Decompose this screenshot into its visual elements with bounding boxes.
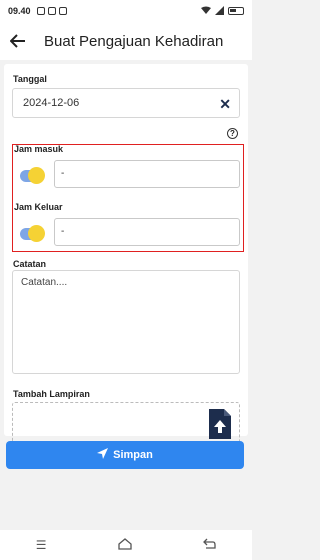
jam-keluar-toggle[interactable] (20, 225, 45, 242)
form-card: Tanggal 2024-12-06 ✕ ? Jam masuk - Jam K… (4, 64, 248, 448)
jam-masuk-label: Jam masuk (14, 144, 64, 154)
back-arrow-icon[interactable] (0, 22, 36, 60)
status-time: 09.40 (8, 6, 31, 16)
back-icon[interactable] (203, 538, 216, 552)
wifi-icon (201, 6, 211, 17)
signal-icon (215, 5, 224, 17)
toggle-knob (28, 167, 45, 184)
close-icon[interactable]: ✕ (219, 96, 231, 113)
jam-masuk-toggle[interactable] (20, 167, 45, 184)
status-bar: 09.40 (0, 0, 252, 22)
question-circle-icon[interactable]: ? (227, 128, 238, 139)
save-button[interactable]: Simpan (6, 441, 244, 469)
notes-placeholder: Catatan.... (21, 277, 68, 288)
notes-textarea[interactable]: Catatan.... (12, 270, 240, 374)
page-title: Buat Pengajuan Kehadiran (44, 32, 224, 50)
jam-masuk-field[interactable]: - (54, 160, 240, 188)
jam-masuk-value: - (61, 168, 65, 179)
jam-keluar-label: Jam Keluar (14, 202, 63, 212)
home-icon[interactable] (118, 537, 132, 553)
status-icons (201, 5, 244, 17)
file-upload-icon[interactable] (209, 409, 231, 439)
notes-label: Catatan (13, 259, 47, 269)
date-field[interactable]: 2024-12-06 ✕ (12, 88, 240, 118)
jam-keluar-value: - (61, 226, 65, 237)
app-bar: Buat Pengajuan Kehadiran (0, 22, 252, 60)
notification-icon-3 (58, 7, 67, 15)
notification-icon (36, 7, 45, 15)
send-icon (97, 448, 109, 462)
jam-keluar-field[interactable]: - (54, 218, 240, 246)
attachment-label: Tambah Lampiran (13, 389, 90, 399)
battery-icon (228, 7, 244, 15)
save-button-label: Simpan (113, 449, 153, 461)
system-nav-bar: ☰ (0, 530, 252, 560)
date-label: Tanggal (13, 74, 47, 84)
menu-icon[interactable]: ☰ (36, 538, 47, 552)
date-value: 2024-12-06 (23, 97, 80, 109)
notification-icon-2 (47, 7, 56, 15)
toggle-knob (28, 225, 45, 242)
